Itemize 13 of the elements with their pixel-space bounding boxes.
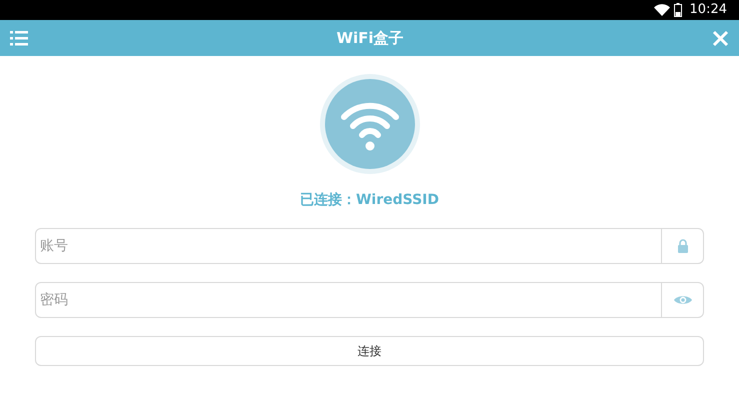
eye-icon[interactable] <box>672 294 692 306</box>
close-icon[interactable] <box>712 30 729 46</box>
wifi-logo-icon <box>318 73 420 175</box>
input-field[interactable]: 密码 <box>35 282 662 318</box>
app-title: WiFi盒子 <box>336 28 404 49</box>
wifi-signal-icon <box>654 4 670 16</box>
input-field[interactable]: 账号 <box>35 228 662 264</box>
battery-icon <box>674 3 682 17</box>
connection-status: 已连接：WiredSSID <box>300 191 440 210</box>
menu-icon[interactable] <box>10 30 28 46</box>
connect-button[interactable]: 连接 <box>35 336 704 366</box>
status-time: 10:24 <box>690 1 727 20</box>
lock-icon <box>676 239 688 253</box>
